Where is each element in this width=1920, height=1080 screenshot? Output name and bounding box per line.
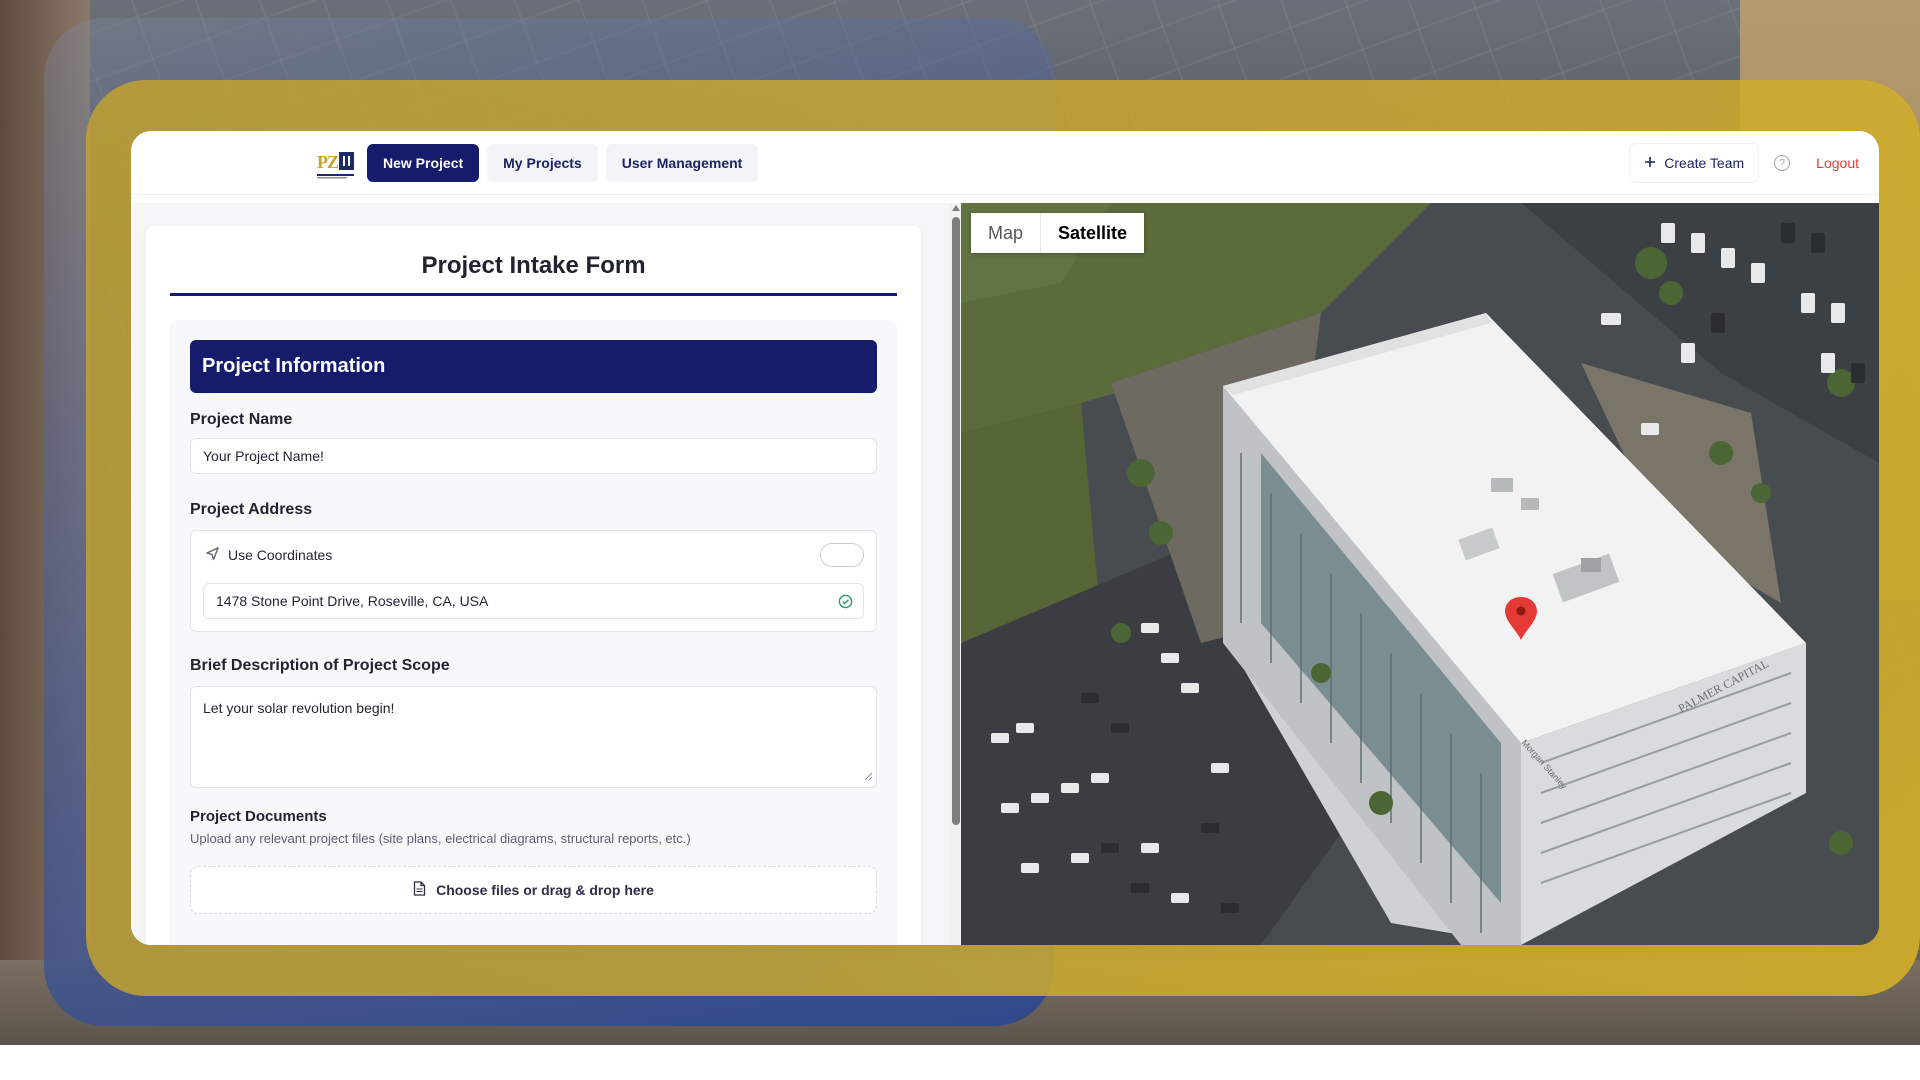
scope-value: Let your solar revolution begin! <box>203 700 395 716</box>
dropzone-label: Choose files or drag & drop here <box>436 882 654 898</box>
documents-label: Project Documents <box>190 808 327 825</box>
main-nav: New Project My Projects User Management <box>367 144 759 182</box>
use-coordinates-label: Use Coordinates <box>228 547 333 563</box>
form-panel: Project Intake Form Project Information … <box>131 203 949 945</box>
satellite-imagery: PALMER CAPITAL Morgan Stanley <box>961 203 1879 945</box>
project-name-label: Project Name <box>190 411 293 428</box>
address-box: Use Coordinates 1478 Stone Point Drive, … <box>190 530 877 632</box>
nav-new-project[interactable]: New Project <box>367 144 480 182</box>
project-information-section: Project Information Project Name Your Pr… <box>170 320 897 945</box>
nav-user-management[interactable]: User Management <box>605 144 759 182</box>
scroll-thumb[interactable] <box>952 217 960 825</box>
file-icon <box>413 881 426 899</box>
app-window: P Z New Project My Projects User Managem… <box>131 131 1879 945</box>
create-team-button[interactable]: Create Team <box>1630 144 1759 182</box>
logout-button[interactable]: Logout <box>1806 144 1869 182</box>
scope-label: Brief Description of Project Scope <box>190 657 450 674</box>
map-tab-map[interactable]: Map <box>971 213 1041 253</box>
use-coordinates-row: Use Coordinates <box>205 546 332 564</box>
map-type-toggle: Map Satellite <box>971 213 1145 253</box>
file-dropzone[interactable]: Choose files or drag & drop here <box>190 866 877 914</box>
address-input[interactable]: 1478 Stone Point Drive, Roseville, CA, U… <box>203 583 864 619</box>
resize-grip-icon[interactable] <box>864 768 873 784</box>
use-coordinates-toggle[interactable] <box>820 543 864 567</box>
scroll-up-arrow-icon[interactable] <box>952 205 960 211</box>
top-navbar: P Z New Project My Projects User Managem… <box>131 131 1879 195</box>
navigation-arrow-icon <box>205 546 220 564</box>
form-title: Project Intake Form <box>170 252 897 296</box>
help-icon[interactable]: ? <box>1774 155 1791 171</box>
section-header: Project Information <box>190 340 877 393</box>
plus-icon <box>1644 155 1656 171</box>
intake-form-card: Project Intake Form Project Information … <box>146 226 921 945</box>
documents-hint: Upload any relevant project files (site … <box>190 831 691 846</box>
project-address-label: Project Address <box>190 501 313 518</box>
top-right-actions: Create Team ? Logout <box>1630 144 1869 182</box>
company-logo[interactable]: P Z <box>316 147 356 181</box>
scope-textarea[interactable]: Let your solar revolution begin! <box>190 686 877 788</box>
create-team-label: Create Team <box>1664 155 1745 171</box>
check-circle-icon <box>838 594 853 612</box>
map-tab-satellite[interactable]: Satellite <box>1040 213 1145 253</box>
svg-text:Z: Z <box>327 152 339 172</box>
satellite-map[interactable]: PALMER CAPITAL Morgan Stanley Map Satell… <box>961 203 1879 945</box>
nav-my-projects[interactable]: My Projects <box>487 144 598 182</box>
address-value: 1478 Stone Point Drive, Roseville, CA, U… <box>216 593 489 609</box>
project-name-input[interactable]: Your Project Name! <box>190 438 877 474</box>
